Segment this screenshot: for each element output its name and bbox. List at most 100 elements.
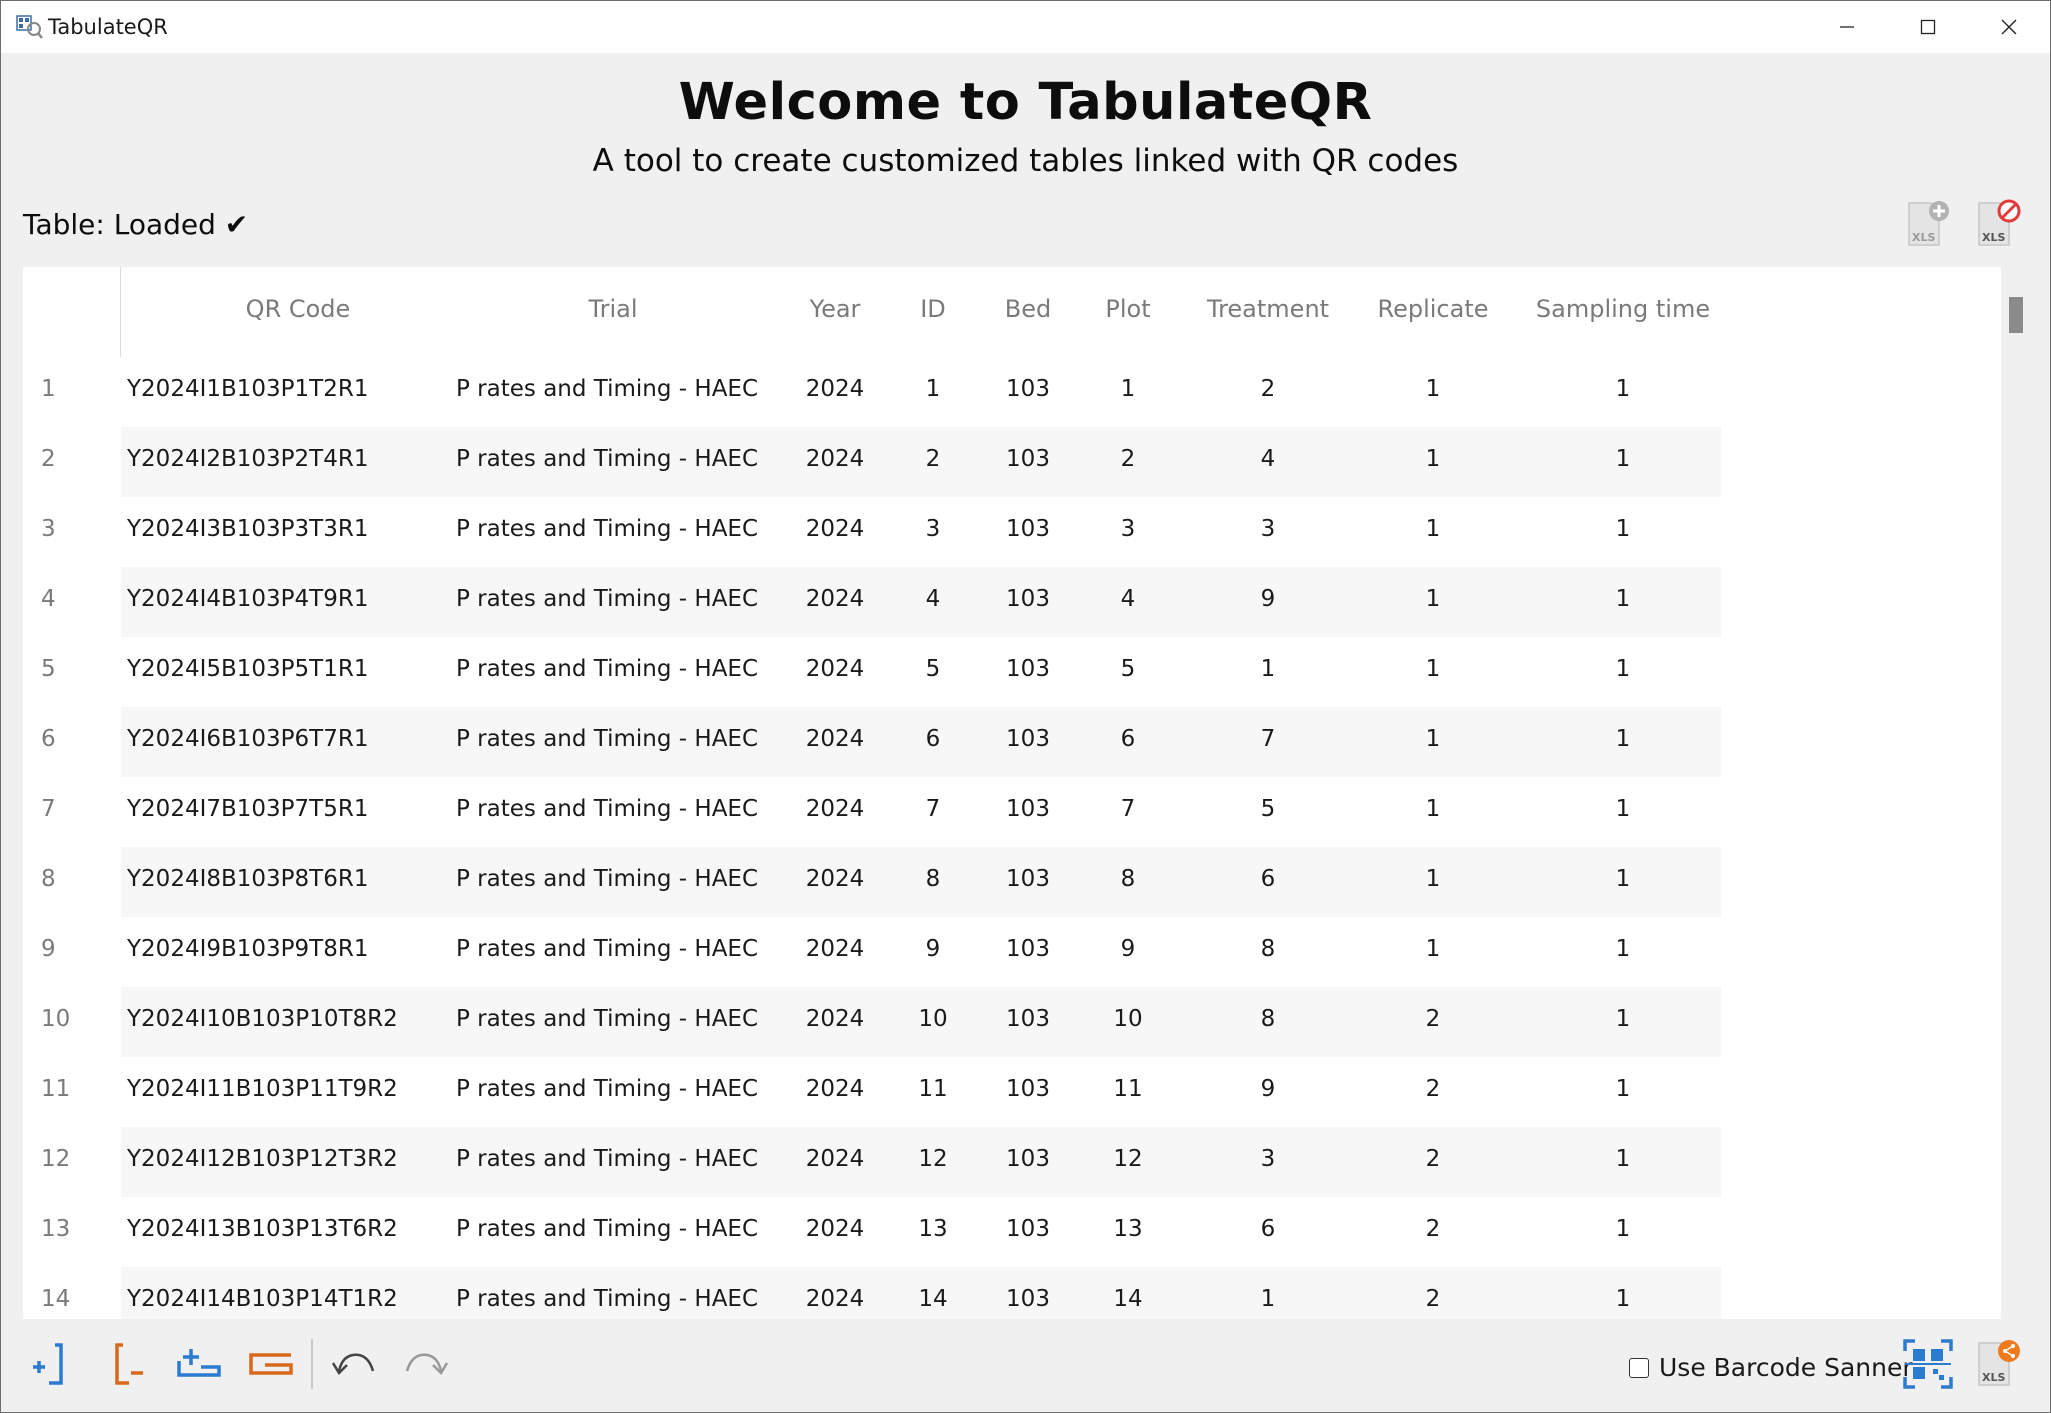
cell-bed[interactable]: 103 (978, 866, 1078, 892)
qr-scan-button[interactable] (1899, 1335, 1957, 1393)
cell-qr-code[interactable]: Y2024I4B103P4T9R1 (127, 586, 427, 612)
cell-replicate[interactable]: 2 (1353, 1216, 1513, 1242)
cell-plot[interactable]: 2 (1078, 446, 1178, 472)
cell-year[interactable]: 2024 (785, 446, 885, 472)
column-header-id[interactable]: ID (883, 295, 983, 323)
cell-trial[interactable]: P rates and Timing - HAEC (456, 516, 776, 542)
row-number[interactable]: 6 (41, 726, 101, 752)
cell-bed[interactable]: 103 (978, 656, 1078, 682)
cell-trial[interactable]: P rates and Timing - HAEC (456, 1006, 776, 1032)
cell-year[interactable]: 2024 (785, 1146, 885, 1172)
column-header-plot[interactable]: Plot (1078, 295, 1178, 323)
cell-id[interactable]: 9 (883, 936, 983, 962)
scrollbar-thumb[interactable] (2009, 297, 2023, 333)
cell-bed[interactable]: 103 (978, 376, 1078, 402)
table-row[interactable]: 9 Y2024I9B103P9T8R1 P rates and Timing - H… (23, 917, 1723, 987)
row-number[interactable]: 7 (41, 796, 101, 822)
table-row[interactable]: 11 Y2024I11B103P11T9R2 P rates and Timing … (23, 1057, 1723, 1127)
cell-trial[interactable]: P rates and Timing - HAEC (456, 1146, 776, 1172)
cell-sampling-time[interactable]: 1 (1513, 1076, 1733, 1102)
cell-trial[interactable]: P rates and Timing - HAEC (456, 866, 776, 892)
cell-plot[interactable]: 13 (1078, 1216, 1178, 1242)
data-table[interactable]: QR Code Trial Year ID Bed Plot Treatment… (23, 267, 2001, 1319)
cell-replicate[interactable]: 1 (1353, 376, 1513, 402)
cell-sampling-time[interactable]: 1 (1513, 796, 1733, 822)
cell-year[interactable]: 2024 (785, 1216, 885, 1242)
cell-treatment[interactable]: 9 (1183, 586, 1353, 612)
cell-id[interactable]: 5 (883, 656, 983, 682)
cell-id[interactable]: 11 (883, 1076, 983, 1102)
cell-replicate[interactable]: 1 (1353, 866, 1513, 892)
cell-trial[interactable]: P rates and Timing - HAEC (456, 726, 776, 752)
row-number[interactable]: 5 (41, 656, 101, 682)
table-row[interactable]: 12 Y2024I12B103P12T3R2 P rates and Timing … (23, 1127, 1723, 1197)
cell-treatment[interactable]: 1 (1183, 656, 1353, 682)
add-xls-button[interactable]: XLS (1901, 197, 1955, 251)
cell-plot[interactable]: 1 (1078, 376, 1178, 402)
cell-qr-code[interactable]: Y2024I5B103P5T1R1 (127, 656, 427, 682)
cell-treatment[interactable]: 5 (1183, 796, 1353, 822)
cell-treatment[interactable]: 1 (1183, 1286, 1353, 1312)
row-number[interactable]: 1 (41, 376, 101, 402)
cell-id[interactable]: 2 (883, 446, 983, 472)
cell-id[interactable]: 4 (883, 586, 983, 612)
cell-trial[interactable]: P rates and Timing - HAEC (456, 1216, 776, 1242)
cell-qr-code[interactable]: Y2024I12B103P12T3R2 (127, 1146, 427, 1172)
table-row[interactable]: 13 Y2024I13B103P13T6R2 P rates and Timing … (23, 1197, 1723, 1267)
cell-sampling-time[interactable]: 1 (1513, 586, 1733, 612)
redo-button[interactable] (397, 1335, 455, 1393)
cell-treatment[interactable]: 8 (1183, 1006, 1353, 1032)
cell-qr-code[interactable]: Y2024I8B103P8T6R1 (127, 866, 427, 892)
cell-id[interactable]: 14 (883, 1286, 983, 1312)
cell-bed[interactable]: 103 (978, 796, 1078, 822)
cell-qr-code[interactable]: Y2024I7B103P7T5R1 (127, 796, 427, 822)
cell-sampling-time[interactable]: 1 (1513, 1216, 1733, 1242)
cell-year[interactable]: 2024 (785, 1006, 885, 1032)
cell-qr-code[interactable]: Y2024I13B103P13T6R2 (127, 1216, 427, 1242)
cell-bed[interactable]: 103 (978, 1076, 1078, 1102)
cell-plot[interactable]: 5 (1078, 656, 1178, 682)
maximize-button[interactable] (1888, 1, 1968, 53)
cell-bed[interactable]: 103 (978, 1146, 1078, 1172)
cell-id[interactable]: 3 (883, 516, 983, 542)
cell-replicate[interactable]: 1 (1353, 446, 1513, 472)
cell-trial[interactable]: P rates and Timing - HAEC (456, 796, 776, 822)
cell-year[interactable]: 2024 (785, 726, 885, 752)
cell-plot[interactable]: 14 (1078, 1286, 1178, 1312)
cell-bed[interactable]: 103 (978, 446, 1078, 472)
cell-sampling-time[interactable]: 1 (1513, 516, 1733, 542)
cell-id[interactable]: 1 (883, 376, 983, 402)
table-row[interactable]: 8 Y2024I8B103P8T6R1 P rates and Timing - H… (23, 847, 1723, 917)
cell-qr-code[interactable]: Y2024I14B103P14T1R2 (127, 1286, 427, 1312)
cell-id[interactable]: 7 (883, 796, 983, 822)
column-header-treatment[interactable]: Treatment (1183, 295, 1353, 323)
cell-qr-code[interactable]: Y2024I11B103P11T9R2 (127, 1076, 427, 1102)
cell-sampling-time[interactable]: 1 (1513, 1146, 1733, 1172)
column-header-sampling-time[interactable]: Sampling time (1513, 295, 1733, 323)
cell-trial[interactable]: P rates and Timing - HAEC (456, 936, 776, 962)
cell-sampling-time[interactable]: 1 (1513, 1286, 1733, 1312)
cell-sampling-time[interactable]: 1 (1513, 376, 1733, 402)
cell-sampling-time[interactable]: 1 (1513, 446, 1733, 472)
cell-bed[interactable]: 103 (978, 1286, 1078, 1312)
cell-qr-code[interactable]: Y2024I9B103P9T8R1 (127, 936, 427, 962)
cell-qr-code[interactable]: Y2024I10B103P10T8R2 (127, 1006, 427, 1032)
cell-year[interactable]: 2024 (785, 1286, 885, 1312)
cell-treatment[interactable]: 6 (1183, 866, 1353, 892)
cell-trial[interactable]: P rates and Timing - HAEC (456, 656, 776, 682)
table-row[interactable]: 7 Y2024I7B103P7T5R1 P rates and Timing - H… (23, 777, 1723, 847)
delete-column-button[interactable] (97, 1335, 155, 1393)
cell-year[interactable]: 2024 (785, 796, 885, 822)
cell-trial[interactable]: P rates and Timing - HAEC (456, 446, 776, 472)
cell-sampling-time[interactable]: 1 (1513, 936, 1733, 962)
cell-sampling-time[interactable]: 1 (1513, 866, 1733, 892)
cell-qr-code[interactable]: Y2024I2B103P2T4R1 (127, 446, 427, 472)
table-row[interactable]: 10 Y2024I10B103P10T8R2 P rates and Timing … (23, 987, 1723, 1057)
cell-treatment[interactable]: 9 (1183, 1076, 1353, 1102)
undo-button[interactable] (325, 1335, 383, 1393)
cell-replicate[interactable]: 2 (1353, 1006, 1513, 1032)
export-xls-button[interactable]: XLS (1969, 1335, 2027, 1393)
insert-row-button[interactable] (169, 1335, 227, 1393)
row-number[interactable]: 11 (41, 1076, 101, 1102)
cell-treatment[interactable]: 3 (1183, 1146, 1353, 1172)
